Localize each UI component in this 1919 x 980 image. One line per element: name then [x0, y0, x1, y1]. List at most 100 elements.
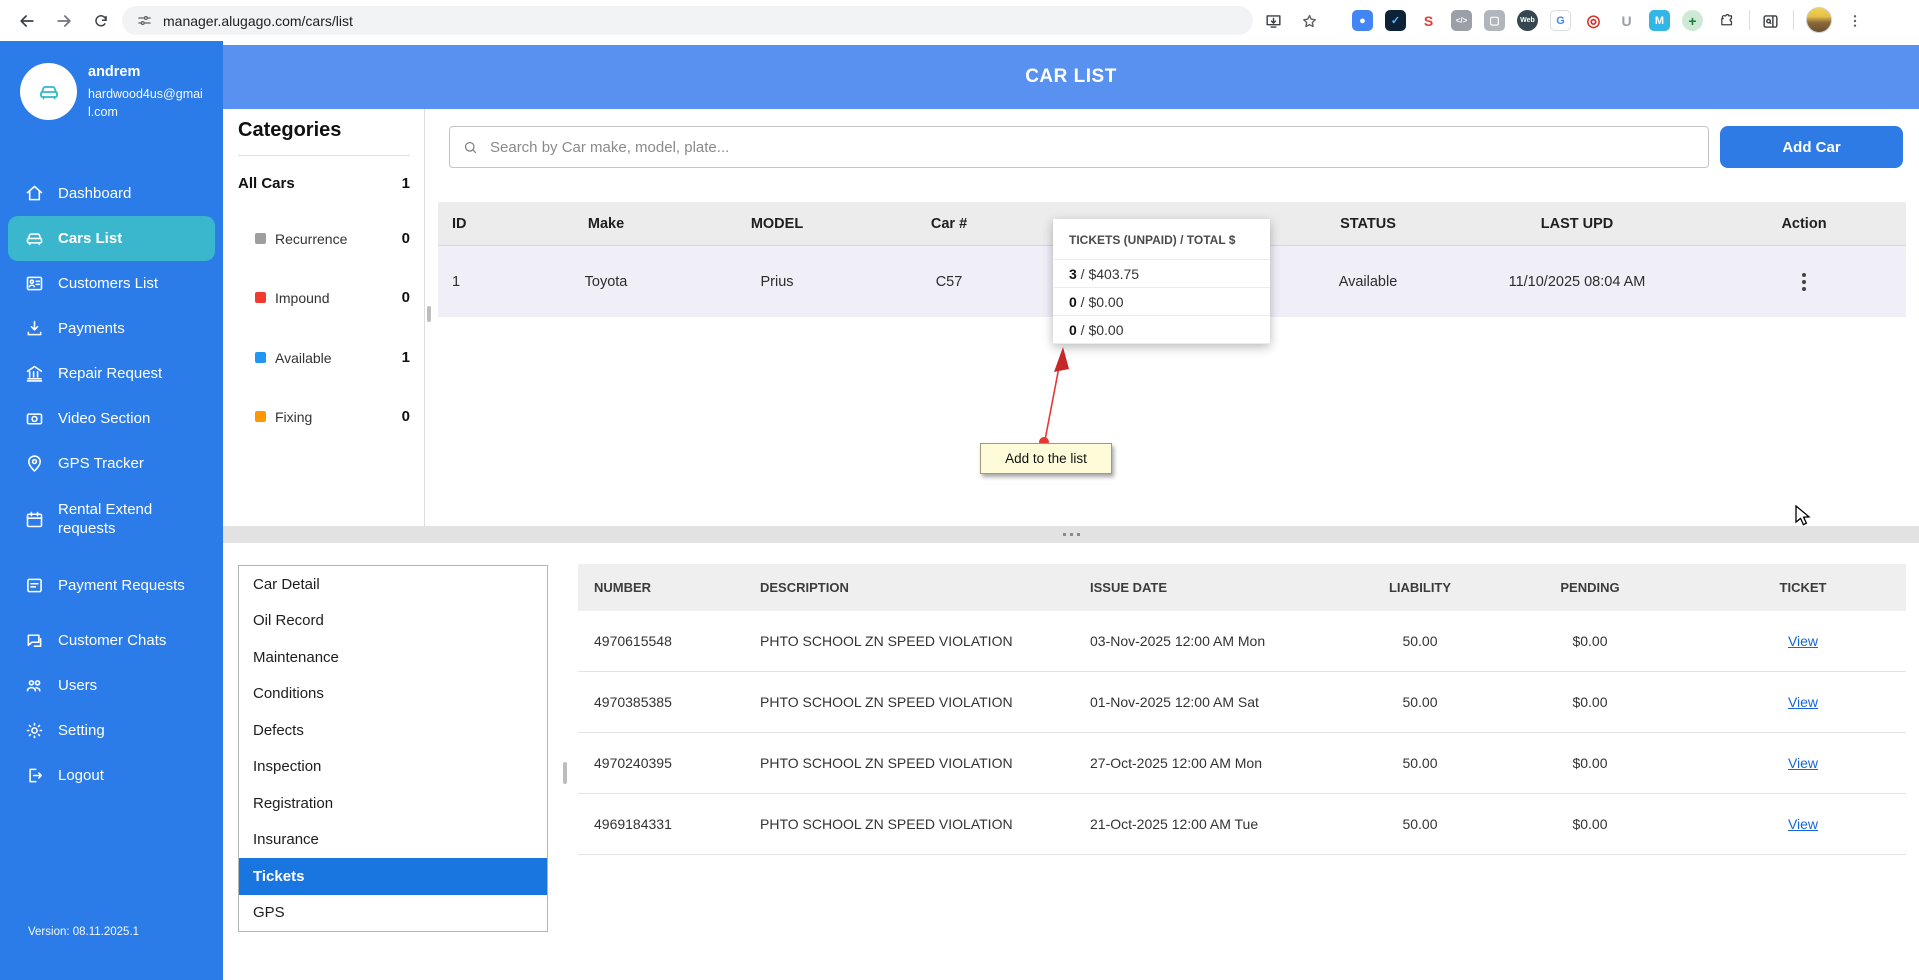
add-car-button[interactable]: Add Car: [1720, 126, 1903, 168]
tune-icon: [136, 12, 153, 29]
extension-icon-7[interactable]: G: [1550, 10, 1571, 31]
scrollbar-thumb[interactable]: [427, 306, 431, 322]
view-ticket-link[interactable]: View: [1788, 816, 1818, 832]
side-panel-icon[interactable]: [1755, 6, 1785, 36]
menu-item-inspection[interactable]: Inspection: [239, 749, 547, 786]
install-app-icon[interactable]: [1258, 6, 1288, 36]
extension-icon-5[interactable]: ▢: [1484, 10, 1505, 31]
extension-icon-6[interactable]: Web: [1517, 10, 1538, 31]
video-camera-icon: [24, 408, 45, 429]
row-action-kebab-icon[interactable]: [1796, 267, 1812, 297]
category-count: 0: [402, 230, 410, 247]
menu-item-tickets[interactable]: Tickets: [239, 858, 547, 895]
sidebar-item-payments[interactable]: Payments: [0, 306, 223, 351]
col-number: NUMBER: [578, 564, 760, 611]
menu-item-registration[interactable]: Registration: [239, 785, 547, 822]
extension-icon-1[interactable]: ●: [1352, 10, 1373, 31]
ticket-description: PHTO SCHOOL ZN SPEED VIOLATION: [760, 733, 1090, 793]
extension-icon-2[interactable]: ✓: [1385, 10, 1406, 31]
view-ticket-link[interactable]: View: [1788, 755, 1818, 771]
car-make: Toyota: [520, 246, 692, 317]
ticket-liability: 50.00: [1360, 672, 1480, 732]
tickets-popup-row[interactable]: 0 / $0.00: [1053, 315, 1270, 344]
sidebar-item-dashboard[interactable]: Dashboard: [0, 171, 223, 216]
menu-item-defects[interactable]: Defects: [239, 712, 547, 749]
category-count: 1: [402, 175, 410, 192]
menu-item-maintenance[interactable]: Maintenance: [239, 639, 547, 676]
page-header: CAR LIST: [223, 45, 1919, 109]
horizontal-splitter[interactable]: [223, 526, 1919, 543]
sidebar-item-gps-tracker[interactable]: GPS Tracker: [0, 441, 223, 486]
browser-menu-kebab-icon[interactable]: [1840, 6, 1870, 36]
menu-item-gps[interactable]: GPS: [239, 895, 547, 932]
category-fixing[interactable]: Fixing 0: [255, 408, 410, 425]
extension-icon-11[interactable]: +: [1682, 10, 1703, 31]
category-all-cars[interactable]: All Cars 1: [238, 175, 410, 192]
ticket-liability: 50.00: [1360, 611, 1480, 671]
car-model: Prius: [692, 246, 862, 317]
user-avatar[interactable]: [20, 63, 77, 120]
col-liability: LIABILITY: [1360, 564, 1480, 611]
sidebar-item-setting[interactable]: Setting: [0, 708, 223, 753]
forward-icon[interactable]: [49, 6, 79, 36]
address-bar[interactable]: manager.alugago.com/cars/list: [122, 6, 1253, 35]
col-pending: PENDING: [1480, 564, 1700, 611]
ticket-description: PHTO SCHOOL ZN SPEED VIOLATION: [760, 794, 1090, 854]
scrollbar-thumb[interactable]: [563, 762, 567, 784]
ticket-row: 4969184331 PHTO SCHOOL ZN SPEED VIOLATIO…: [578, 794, 1906, 855]
sidebar-item-video-section[interactable]: Video Section: [0, 396, 223, 441]
sidebar-item-rental-extend-requests[interactable]: Rental Extend requests: [0, 486, 223, 552]
extension-icon-8[interactable]: ◎: [1583, 10, 1604, 31]
sidebar-item-customer-chats[interactable]: Customer Chats: [0, 618, 223, 663]
extension-icon-9[interactable]: U: [1616, 10, 1637, 31]
extension-icon-3[interactable]: S: [1418, 10, 1439, 31]
col-model: MODEL: [692, 202, 862, 245]
sidebar-item-customers-list[interactable]: Customers List: [0, 261, 223, 306]
tickets-table: NUMBER DESCRIPTION ISSUE DATE LIABILITY …: [578, 564, 1906, 855]
menu-item-conditions[interactable]: Conditions: [239, 676, 547, 713]
category-available[interactable]: Available 1: [255, 349, 410, 366]
home-icon: [24, 183, 45, 204]
view-ticket-link[interactable]: View: [1788, 694, 1818, 710]
col-description: DESCRIPTION: [760, 564, 1090, 611]
extension-icon-10[interactable]: M: [1649, 10, 1670, 31]
extension-icon-4[interactable]: </>: [1451, 10, 1472, 31]
gear-icon: [24, 720, 45, 741]
sidebar-item-cars-list[interactable]: Cars List: [8, 216, 215, 261]
category-count: 0: [402, 408, 410, 425]
sidebar-item-users[interactable]: Users: [0, 663, 223, 708]
ticket-number: 4969184331: [578, 794, 760, 854]
app-version: Version: 08.11.2025.1: [28, 926, 139, 938]
bookmark-star-icon[interactable]: [1294, 6, 1324, 36]
ticket-number: 4970385385: [578, 672, 760, 732]
main-content: CAR LIST Categories All Cars 1 Recurrenc…: [223, 41, 1919, 980]
view-ticket-link[interactable]: View: [1788, 633, 1818, 649]
extensions-puzzle-icon[interactable]: [1712, 6, 1742, 36]
col-car-no: Car #: [862, 202, 1036, 245]
car-icon: [24, 228, 45, 249]
menu-item-car-detail[interactable]: Car Detail: [239, 566, 547, 603]
page-title: CAR LIST: [1025, 66, 1117, 88]
reload-icon[interactable]: [86, 6, 116, 36]
tickets-popup-row[interactable]: 3 / $403.75: [1053, 259, 1270, 287]
sidebar-item-repair-request[interactable]: Repair Request: [0, 351, 223, 396]
category-recurrence[interactable]: Recurrence 0: [255, 230, 410, 247]
car-search: [449, 126, 1709, 168]
url-text[interactable]: manager.alugago.com/cars/list: [163, 13, 353, 29]
tickets-popup-header: TICKETS (UNPAID) / TOTAL $: [1053, 219, 1270, 259]
menu-item-insurance[interactable]: Insurance: [239, 822, 547, 859]
back-icon[interactable]: [12, 6, 42, 36]
menu-item-oil-record[interactable]: Oil Record: [239, 603, 547, 640]
toolbar-divider: [1749, 10, 1750, 30]
tickets-popup-row[interactable]: 0 / $0.00: [1053, 287, 1270, 315]
user-name: andrem: [88, 64, 140, 80]
sidebar: andrem hardwood4us@gmail.com Dashboard C…: [0, 41, 223, 980]
sidebar-item-logout[interactable]: Logout: [0, 753, 223, 798]
col-last-upd: LAST UPD: [1452, 202, 1702, 245]
users-icon: [24, 675, 45, 696]
category-impound[interactable]: Impound 0: [255, 289, 410, 306]
ticket-issue-date: 03-Nov-2025 12:00 AM Mon: [1090, 611, 1360, 671]
browser-profile-avatar[interactable]: [1806, 7, 1832, 33]
sidebar-item-payment-requests[interactable]: Payment Requests: [0, 552, 223, 618]
search-input[interactable]: [488, 138, 1708, 157]
